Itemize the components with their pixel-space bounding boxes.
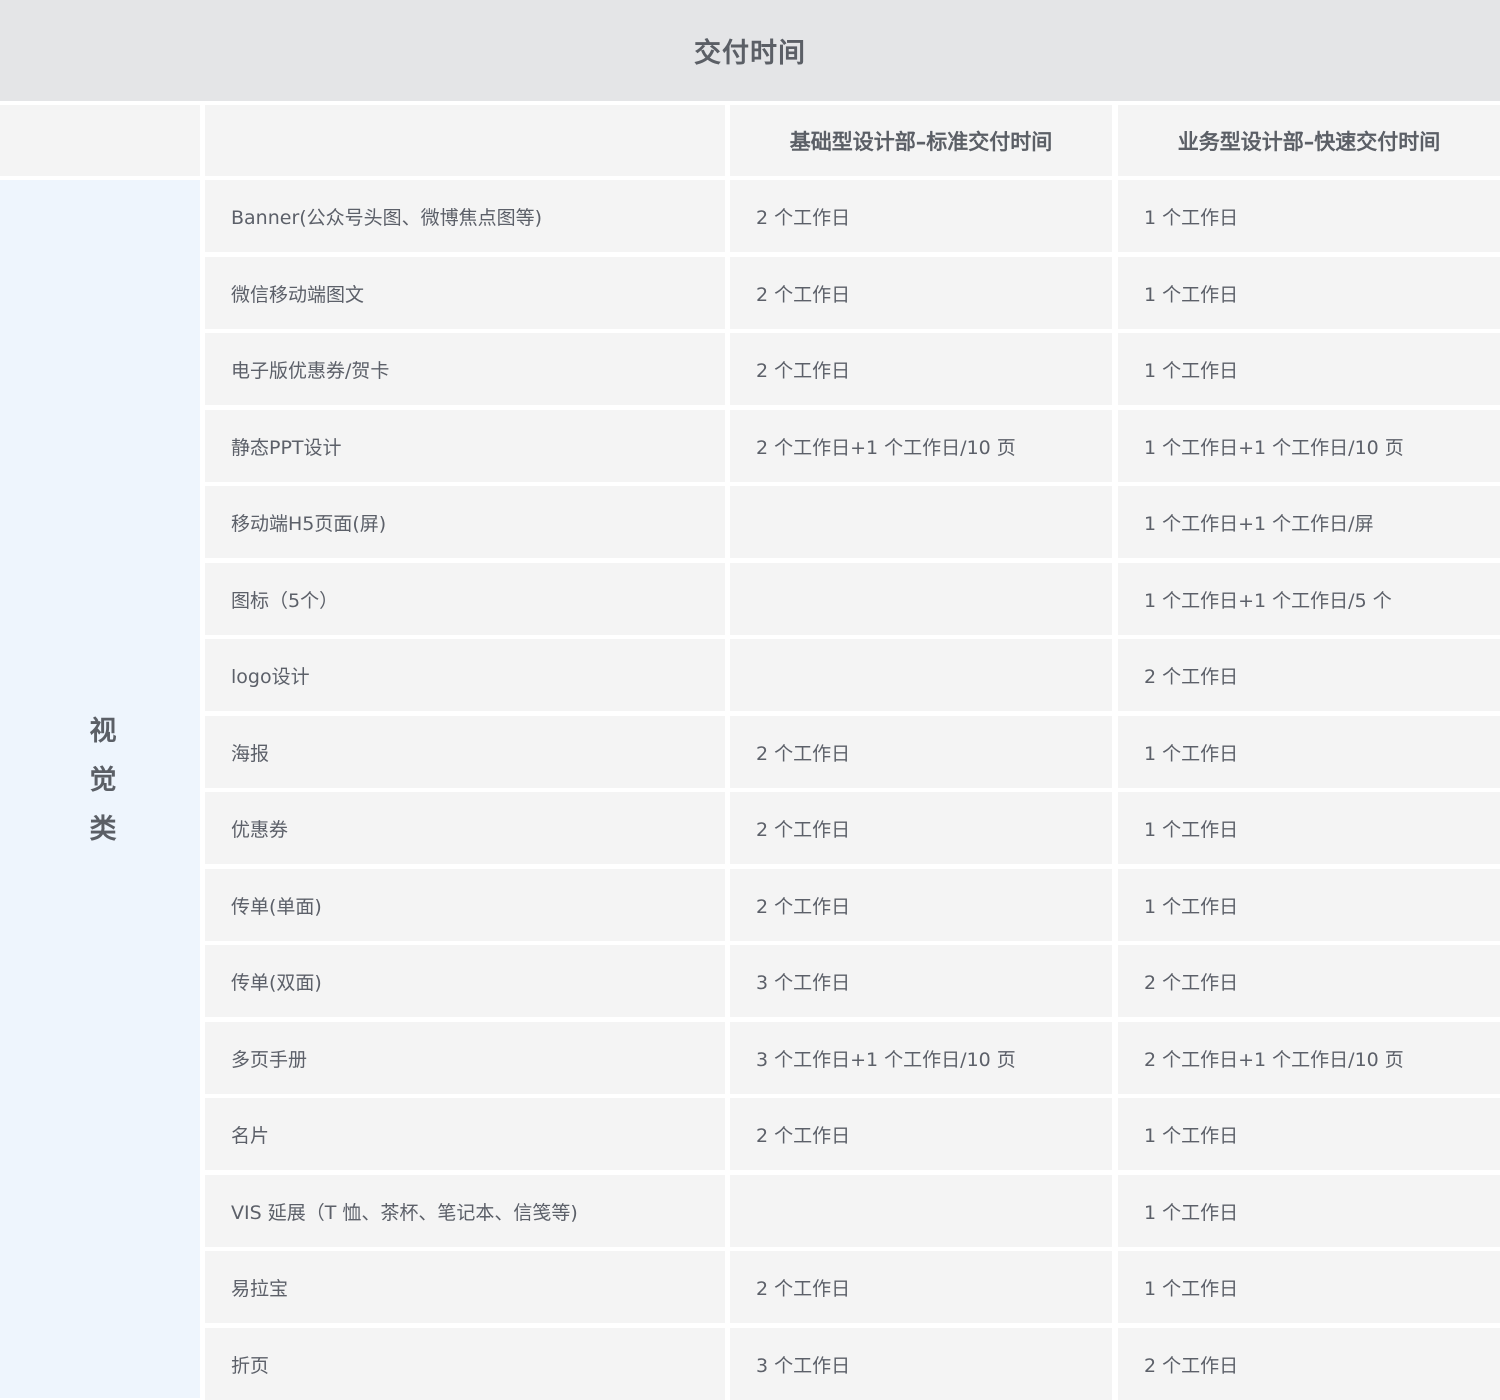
standard-time-cell <box>730 486 1112 558</box>
standard-time-cell <box>730 563 1112 635</box>
item-name-cell: 多页手册 <box>205 1022 725 1094</box>
standard-time-cell: 2 个工作日 <box>730 180 1112 252</box>
standard-time-cell: 2 个工作日 <box>730 257 1112 329</box>
standard-time-cell: 3 个工作日+1 个工作日/10 页 <box>730 1022 1112 1094</box>
standard-time-cell: 3 个工作日 <box>730 1328 1112 1400</box>
fast-time-cell: 1 个工作日+1 个工作日/5 个 <box>1118 563 1500 635</box>
item-name-cell: Banner(公众号头图、微博焦点图等) <box>205 180 725 252</box>
fast-time-cell: 2 个工作日 <box>1118 945 1500 1017</box>
standard-time-cell: 2 个工作日 <box>730 1251 1112 1323</box>
fast-time-cell: 1 个工作日 <box>1118 180 1500 252</box>
item-name-cell: 折页 <box>205 1328 725 1400</box>
fast-time-cell: 1 个工作日+1 个工作日/10 页 <box>1118 410 1500 482</box>
standard-time-cell: 3 个工作日 <box>730 945 1112 1017</box>
fast-time-cell: 1 个工作日 <box>1118 1175 1500 1247</box>
fast-time-cell: 1 个工作日 <box>1118 333 1500 405</box>
item-name-cell: 传单(单面) <box>205 869 725 941</box>
fast-time-cell: 2 个工作日+1 个工作日/10 页 <box>1118 1022 1500 1094</box>
standard-time-cell: 2 个工作日 <box>730 333 1112 405</box>
header-item-cell <box>205 105 725 176</box>
standard-time-cell: 2 个工作日 <box>730 869 1112 941</box>
delivery-time-table: 交付时间 基础型设计部–标准交付时间 业务型设计部–快速交付时间 视觉类 Ban… <box>0 0 1500 1400</box>
header-corner-cell <box>0 105 200 176</box>
item-name-cell: 电子版优惠券/贺卡 <box>205 333 725 405</box>
item-name-cell: 易拉宝 <box>205 1251 725 1323</box>
item-name-cell: 优惠券 <box>205 792 725 864</box>
table-title: 交付时间 <box>0 0 1500 101</box>
item-name-cell: 移动端H5页面(屏) <box>205 486 725 558</box>
standard-time-cell <box>730 1175 1112 1247</box>
category-label: 视觉类 <box>84 715 116 863</box>
item-name-cell: 微信移动端图文 <box>205 257 725 329</box>
item-name-cell: 静态PPT设计 <box>205 410 725 482</box>
standard-time-cell <box>730 639 1112 711</box>
standard-time-cell: 2 个工作日 <box>730 1098 1112 1170</box>
fast-time-cell: 1 个工作日 <box>1118 1251 1500 1323</box>
header-fast-delivery: 业务型设计部–快速交付时间 <box>1118 105 1500 176</box>
fast-time-cell: 1 个工作日+1 个工作日/屏 <box>1118 486 1500 558</box>
item-name-cell: 海报 <box>205 716 725 788</box>
item-name-cell: 名片 <box>205 1098 725 1170</box>
fast-time-cell: 1 个工作日 <box>1118 1098 1500 1170</box>
fast-time-cell: 1 个工作日 <box>1118 792 1500 864</box>
fast-time-cell: 1 个工作日 <box>1118 869 1500 941</box>
fast-time-cell: 2 个工作日 <box>1118 1328 1500 1400</box>
category-cell: 视觉类 <box>0 180 200 1398</box>
header-standard-delivery: 基础型设计部–标准交付时间 <box>730 105 1112 176</box>
item-name-cell: logo设计 <box>205 639 725 711</box>
item-name-cell: 传单(双面) <box>205 945 725 1017</box>
standard-time-cell: 2 个工作日 <box>730 792 1112 864</box>
fast-time-cell: 1 个工作日 <box>1118 257 1500 329</box>
item-name-cell: VIS 延展（T 恤、茶杯、笔记本、信笺等) <box>205 1175 725 1247</box>
standard-time-cell: 2 个工作日+1 个工作日/10 页 <box>730 410 1112 482</box>
standard-time-cell: 2 个工作日 <box>730 716 1112 788</box>
item-name-cell: 图标（5个） <box>205 563 725 635</box>
fast-time-cell: 2 个工作日 <box>1118 639 1500 711</box>
fast-time-cell: 1 个工作日 <box>1118 716 1500 788</box>
